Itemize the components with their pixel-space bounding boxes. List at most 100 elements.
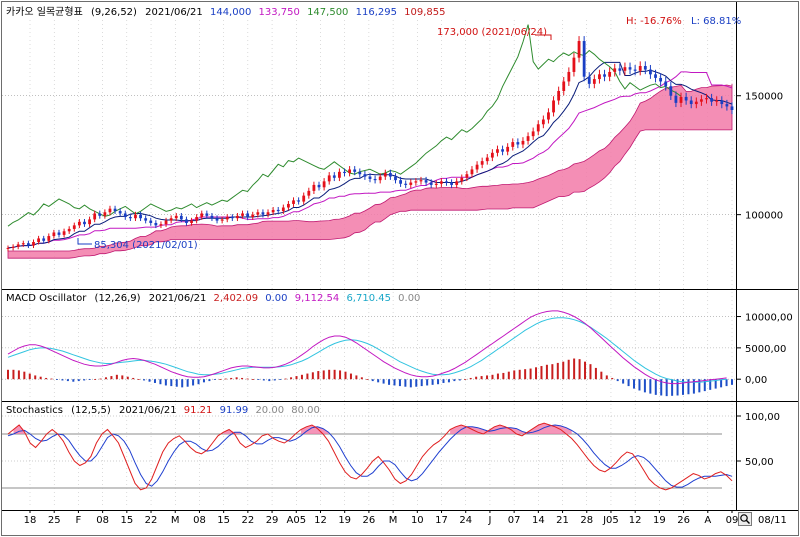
oscillator-bar — [404, 379, 407, 387]
candle-body — [144, 218, 148, 221]
date-tick-label: 22 — [241, 515, 254, 526]
candle-body — [394, 176, 397, 181]
oscillator-bar — [480, 376, 483, 380]
macd-value-1: 2,402.09 — [214, 293, 259, 304]
oscillator-bar — [437, 379, 440, 385]
candle-body — [292, 200, 295, 204]
date-tick-label: 24 — [459, 515, 472, 526]
candle-body — [332, 175, 336, 178]
oscillator-bar — [224, 378, 227, 380]
candle-body — [251, 214, 255, 218]
oscillator-bar — [219, 379, 222, 380]
candle-body — [37, 238, 40, 242]
candle-body — [343, 171, 346, 174]
oscillator-bar — [257, 379, 260, 380]
candle-body — [592, 79, 596, 84]
oscillator-bar — [486, 375, 489, 380]
oscillator-bar — [409, 379, 412, 388]
stoch-value-3: 20.00 — [255, 405, 284, 416]
oscillator-bar — [45, 377, 48, 380]
candle-body — [98, 213, 102, 216]
oscillator-bar — [388, 379, 391, 385]
date-tick-label: 19 — [653, 515, 666, 526]
candle-body — [552, 100, 555, 113]
oscillator-bar — [360, 377, 363, 380]
candle-body — [287, 203, 290, 208]
oscillator-bar — [66, 379, 69, 382]
date-tick-label: 09 — [726, 515, 739, 526]
candle-body — [613, 68, 617, 72]
candle-body — [618, 68, 622, 71]
value-2: 133,750 — [259, 7, 300, 18]
candle-body — [128, 217, 132, 219]
date-tick-label: F — [76, 515, 82, 526]
candle-body — [88, 219, 91, 225]
candle-body — [562, 81, 566, 91]
oscillator-bar — [371, 379, 374, 382]
oscillator-bar — [453, 379, 456, 382]
candle-body — [26, 243, 30, 246]
oscillator-bar — [573, 358, 576, 380]
candle-body — [21, 243, 25, 245]
candle-body — [465, 174, 469, 178]
candle-body — [511, 142, 515, 147]
candle-body — [531, 131, 535, 137]
oscillator-bar — [594, 367, 597, 380]
value-5: 109,855 — [404, 7, 445, 18]
oscillator-bar — [339, 370, 342, 380]
oscillator-bar — [88, 379, 91, 380]
oscillator-bar — [164, 379, 167, 386]
candle-body — [633, 69, 637, 71]
candle-body — [236, 215, 239, 219]
oscillator-bar — [137, 379, 140, 380]
oscillator-bar — [300, 374, 303, 380]
candle-body — [705, 98, 708, 100]
oscillator-bar — [638, 379, 641, 391]
candle-body — [419, 180, 423, 182]
candle-body — [185, 219, 188, 223]
candle-body — [541, 119, 545, 125]
low-pct: L: 68.81% — [691, 16, 741, 27]
candle-body — [700, 99, 703, 102]
macd-value-3: 9,112.54 — [295, 293, 340, 304]
oscillator-bar — [600, 371, 603, 380]
oscillator-bar — [34, 375, 37, 380]
candle-body — [67, 228, 71, 232]
candle-body — [363, 174, 367, 177]
value-1: 144,000 — [210, 7, 251, 18]
date-tick-label: 12 — [629, 515, 642, 526]
oscillator-bar — [306, 373, 309, 380]
candle-body — [587, 76, 591, 84]
oscillator-bar — [333, 369, 336, 380]
oscillator-bar — [605, 375, 608, 380]
candle-body — [649, 69, 652, 75]
oscillator-bar — [578, 359, 581, 380]
candle-body — [159, 224, 163, 226]
candle-body — [93, 213, 97, 220]
oscillator-bar — [616, 379, 619, 382]
chart-title: 카카오 일목균형표 — [6, 6, 83, 18]
oscillator-bar — [72, 379, 75, 382]
oscillator-bar — [175, 379, 178, 387]
oscillator-bar — [442, 379, 445, 383]
oscillator-bar — [431, 379, 434, 385]
candle-body — [241, 213, 244, 216]
oscillator-bar — [556, 362, 559, 380]
oscillator-bar — [611, 377, 614, 380]
candle-body — [297, 200, 301, 202]
macd-value-4: 6,710.45 — [346, 293, 391, 304]
candle-body — [567, 71, 571, 82]
candle-body — [113, 208, 117, 212]
date-tick-label: 21 — [556, 515, 569, 526]
oscillator-bar — [496, 373, 499, 380]
magnifier-icon[interactable] — [738, 512, 752, 526]
candle-body — [215, 218, 219, 221]
candle-body — [190, 220, 193, 223]
candle-body — [246, 213, 250, 218]
oscillator-bar — [643, 379, 646, 393]
candle-body — [62, 231, 66, 235]
candle-body — [348, 169, 352, 174]
date-tick-label: M — [389, 515, 398, 526]
candle-body — [684, 96, 688, 101]
oscillator-bar — [284, 378, 287, 380]
